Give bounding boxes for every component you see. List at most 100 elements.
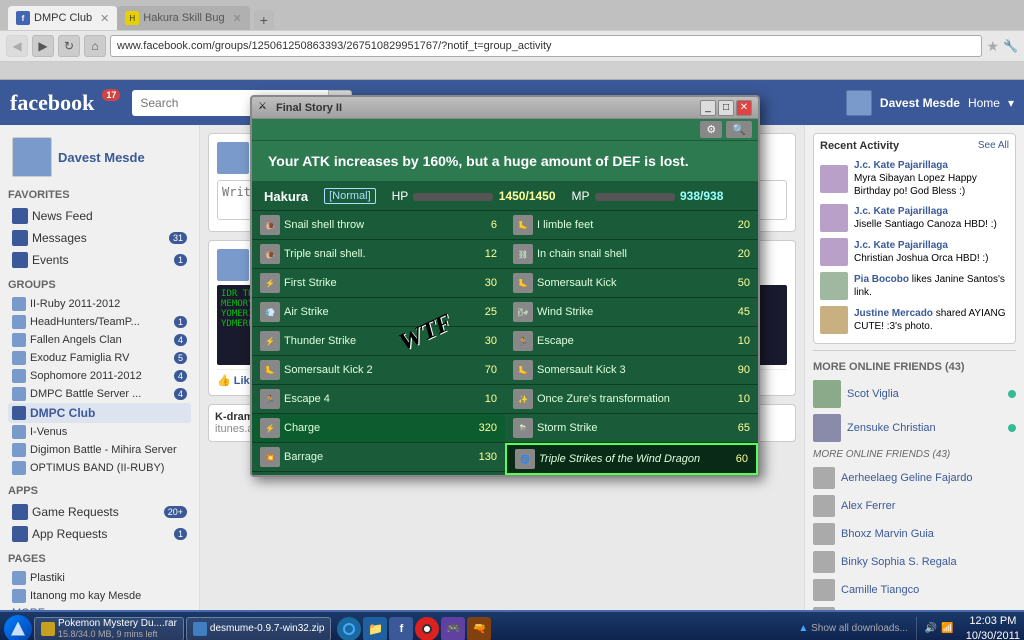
hp-label: HP 1450/1450 (392, 189, 556, 203)
skill-escape[interactable]: 🏃 Escape 10 (505, 327, 758, 356)
sidebar-item-exoduz[interactable]: Exoduz Famiglia RV 5 (8, 349, 191, 367)
skill-wind-strike[interactable]: 🌬 Wind Strike 45 (505, 298, 758, 327)
taskbar-game-icon[interactable]: 🎮 (441, 617, 465, 640)
skill-storm[interactable]: ⛈ Storm Strike 65 (505, 414, 758, 443)
skill-triple-wind[interactable]: 🌀 Triple Strikes of the Wind Dragon 60 (505, 443, 758, 475)
maximize-button[interactable]: □ (718, 100, 734, 116)
skill-icon: ⛓ (513, 244, 533, 264)
friend-name[interactable]: Alex Ferrer (841, 500, 895, 512)
start-orb[interactable] (4, 615, 32, 640)
sidebar-item-digimon[interactable]: Digimon Battle - Mihira Server (8, 441, 191, 459)
fb-right-sidebar: Recent Activity See All J.c. Kate Pajari… (804, 125, 1024, 610)
tab-dmpc-club[interactable]: f DMPC Club ✕ (8, 6, 117, 30)
friend-name[interactable]: Camille Tiangco (841, 584, 919, 596)
friend-name[interactable]: Scot Viglia (847, 388, 899, 400)
activity-item: J.c. Kate PajarillagaJiselle Santiago Ca… (820, 201, 1009, 235)
sidebar-item-plastiki[interactable]: Plastiki (8, 569, 191, 587)
wrench-icon[interactable]: 🔧 (1003, 39, 1018, 53)
sidebar-item-optimus[interactable]: OPTIMUS BAND (II-RUBY) (8, 459, 191, 477)
tab-hakura[interactable]: H Hakura Skill Bug ✕ (117, 6, 250, 30)
skill-triple-snail[interactable]: 🐌 Triple snail shell. 12 (252, 240, 505, 269)
sidebar-item-itanong[interactable]: Itanong mo kay Mesde (8, 587, 191, 605)
close-button[interactable]: ✕ (736, 100, 752, 116)
taskbar-item-desmume[interactable]: desmume-0.9.7-win32.zip (186, 617, 332, 640)
sidebar-item-fallen[interactable]: Fallen Angels Clan 4 (8, 331, 191, 349)
taskbar-folder-icon[interactable]: 📁 (363, 617, 387, 640)
game-title: Final Story II (276, 102, 700, 114)
skill-charge[interactable]: ⚡ Charge 320 (252, 414, 505, 443)
back-button[interactable]: ◀ (6, 35, 28, 57)
friend-name[interactable]: Aerheelaeg Geline Fajardo (841, 472, 972, 484)
home-button[interactable]: ⌂ (84, 35, 106, 57)
skill-mp: 6 (473, 219, 497, 231)
fb-user-name[interactable]: Davest Mesde (880, 96, 960, 110)
sidebar-item-events[interactable]: Events 1 (8, 249, 191, 271)
new-tab-button[interactable]: + (254, 10, 274, 30)
profile-name[interactable]: Davest Mesde (58, 150, 145, 165)
friend-avatar (813, 579, 835, 601)
skill-chain-snail[interactable]: ⛓ In chain snail shell 20 (505, 240, 758, 269)
skill-air-strike[interactable]: 💨 Air Strike 25 (252, 298, 505, 327)
skill-somersault[interactable]: 🦶 Somersault Kick 50 (505, 269, 758, 298)
bookmark-icon[interactable]: ★ (986, 38, 999, 55)
friend-name[interactable]: Bhoxz Marvin Guia (841, 528, 934, 540)
sidebar-item-news-feed[interactable]: News Feed (8, 205, 191, 227)
list-item: Camille Tiangco (813, 576, 1016, 604)
group-icon (12, 297, 26, 311)
skill-name: Once Zure's transformation (537, 393, 722, 405)
sidebar-item-dmpc-club[interactable]: DMPC Club (8, 403, 191, 423)
minimize-button[interactable]: _ (700, 100, 716, 116)
taskbar-item-pokemon[interactable]: Pokemon Mystery Du....rar 15.8/34.0 MB, … (34, 617, 184, 640)
page-icon (12, 589, 26, 603)
friend-name[interactable]: Binky Sophia S. Regala (841, 556, 957, 568)
skill-barrage[interactable]: 💥 Barrage 130 (252, 443, 505, 472)
skill-escape4[interactable]: 🏃 Escape 4 10 (252, 385, 505, 414)
sidebar-more[interactable]: MORE• (8, 605, 191, 610)
skill-somersault3[interactable]: 🦶 Somersault Kick 3 90 (505, 356, 758, 385)
taskbar-item-label: Pokemon Mystery Du....rar 15.8/34.0 MB, … (58, 618, 177, 639)
skill-thunder-strike[interactable]: ⚡ Thunder Strike 30 (252, 327, 505, 356)
group-icon (12, 351, 26, 365)
sidebar-item-app-requests[interactable]: App Requests 1 (8, 523, 191, 545)
tab-close-1[interactable]: ✕ (100, 12, 109, 25)
skill-first-strike[interactable]: ⚡ First Strike 30 (252, 269, 505, 298)
sidebar-item-headhunters[interactable]: HeadHunters/TeamP... 1 (8, 313, 191, 331)
sidebar-item-dmpc-battle[interactable]: DMPC Battle Server ... 4 (8, 385, 191, 403)
skill-mp: 45 (726, 306, 750, 318)
game-search-button[interactable]: 🔍 (726, 121, 752, 138)
sidebar-item-ruby[interactable]: II-Ruby 2011-2012 (8, 295, 191, 313)
friend-name[interactable]: Zensuke Christian (847, 422, 936, 434)
show-downloads[interactable]: ▲ Show all downloads... (798, 623, 907, 634)
address-bar[interactable] (110, 35, 982, 57)
sidebar-item-messages[interactable]: Messages 31 (8, 227, 191, 249)
skill-mp: 10 (726, 393, 750, 405)
skill-name: Triple Strikes of the Wind Dragon (539, 453, 720, 465)
sidebar-item-sophomore[interactable]: Sophomore 2011-2012 4 (8, 367, 191, 385)
skill-limble-feet[interactable]: 🦶 I limble feet 20 (505, 211, 758, 240)
taskbar-gun-icon[interactable]: 🔫 (467, 617, 491, 640)
apps-title: APPS (8, 485, 191, 497)
online-indicator (1008, 390, 1016, 398)
skill-somersault2[interactable]: 🦶 Somersault Kick 2 70 (252, 356, 505, 385)
refresh-button[interactable]: ↻ (58, 35, 80, 57)
game-settings-button[interactable]: ⚙ (700, 121, 722, 138)
fb-nav-arrow[interactable]: ▾ (1008, 96, 1014, 110)
taskbar-chrome-icon[interactable] (337, 617, 361, 640)
sidebar-item-game-requests[interactable]: Game Requests 20+ (8, 501, 191, 523)
taskbar-pokemon-icon[interactable] (415, 617, 439, 640)
sidebar-item-ivenus[interactable]: I-Venus (8, 423, 191, 441)
fb-home-button[interactable]: Home (968, 96, 1000, 110)
skills-grid: 🐌 Snail shell throw 6 🐌 Triple snail she… (252, 211, 758, 475)
profile-area[interactable]: Davest Mesde (8, 133, 191, 181)
skill-mp: 10 (473, 393, 497, 405)
skill-snail-throw[interactable]: 🐌 Snail shell throw 6 (252, 211, 505, 240)
forward-button[interactable]: ▶ (32, 35, 54, 57)
taskbar-fb-icon[interactable]: f (389, 617, 413, 640)
see-all-button[interactable]: See All (978, 140, 1009, 152)
tab-close-2[interactable]: ✕ (233, 12, 242, 25)
skill-name: Triple snail shell. (284, 248, 469, 260)
skill-zure[interactable]: ✨ Once Zure's transformation 10 (505, 385, 758, 414)
skill-name: Somersault Kick (537, 277, 722, 289)
game-title-icon: ⚔ (258, 101, 272, 115)
skill-icon: 🐌 (260, 215, 280, 235)
